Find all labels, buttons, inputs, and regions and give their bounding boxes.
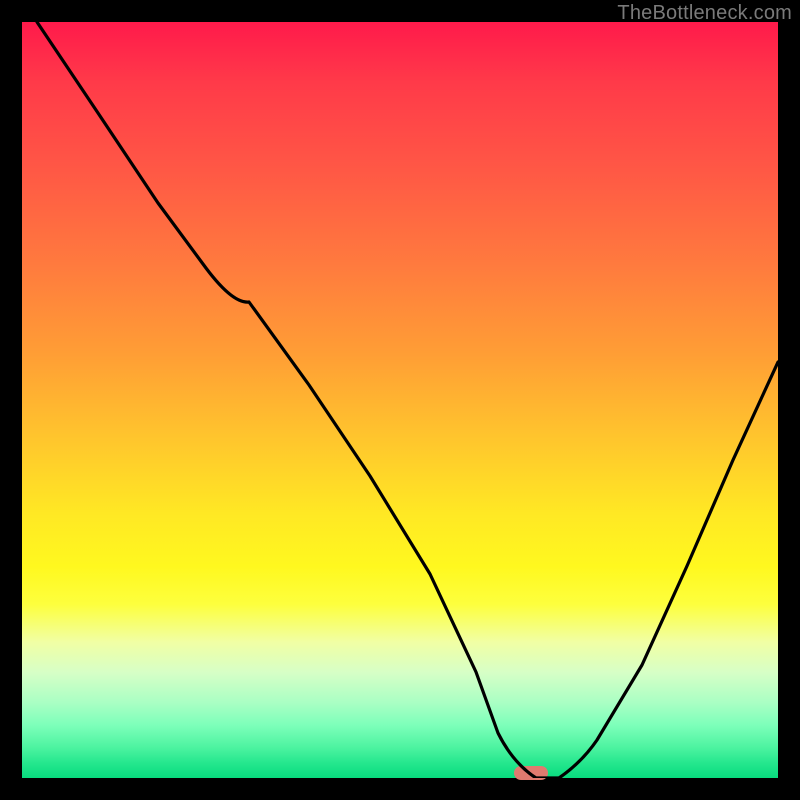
- watermark-text: TheBottleneck.com: [617, 2, 792, 25]
- plot-area: [22, 22, 778, 778]
- curve-overlay: [22, 22, 778, 778]
- bottleneck-curve: [37, 22, 778, 778]
- chart-frame: TheBottleneck.com: [0, 0, 800, 800]
